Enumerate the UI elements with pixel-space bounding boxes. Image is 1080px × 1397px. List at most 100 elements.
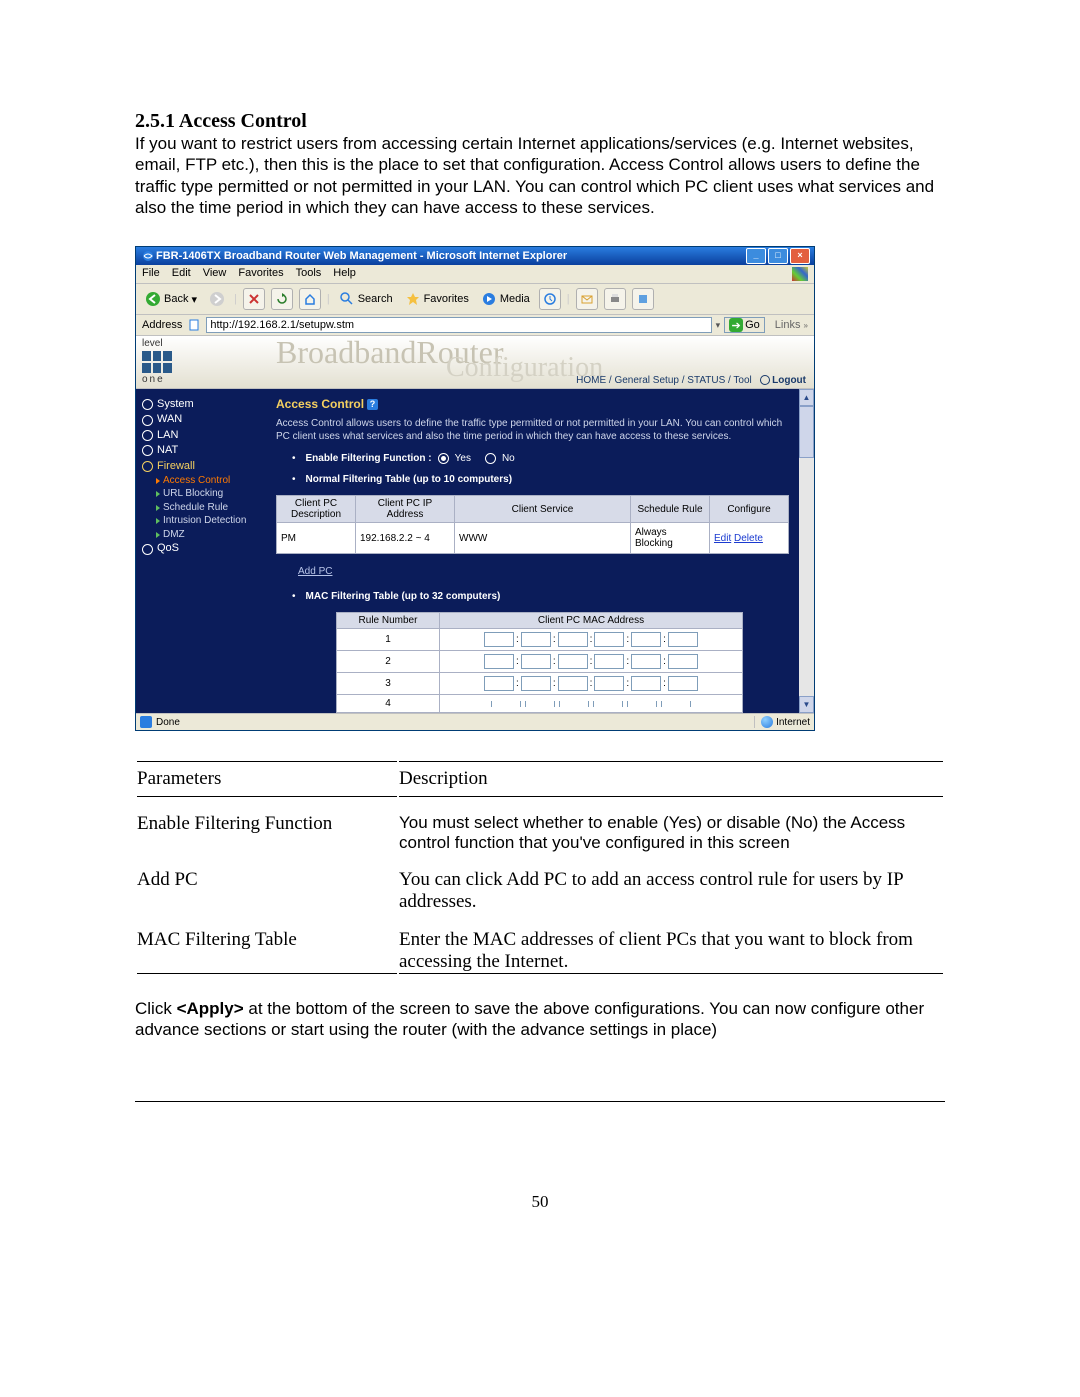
section-heading: 2.5.1 Access Control	[135, 110, 945, 133]
col-mac-address: Client PC MAC Address	[440, 613, 743, 629]
home-button[interactable]	[299, 288, 321, 310]
close-button[interactable]: ×	[790, 248, 810, 264]
col-client-service: Client Service	[455, 496, 631, 523]
back-button[interactable]: Back ▾	[142, 290, 200, 308]
intro-paragraph: If you want to restrict users from acces…	[135, 133, 945, 218]
param-desc: You can click Add PC to add an access co…	[399, 855, 943, 913]
param-name: MAC Filtering Table	[137, 915, 397, 974]
address-bar: Address ▾ ➔Go Links »	[136, 315, 814, 336]
status-zone: Internet	[754, 716, 810, 728]
page-number: 50	[135, 1192, 945, 1212]
content-title: Access Control ?	[276, 397, 789, 411]
mac-row: 4	[337, 695, 743, 713]
history-button[interactable]	[539, 288, 561, 310]
param-name: Enable Filtering Function	[137, 799, 397, 853]
minimize-button[interactable]: _	[746, 248, 766, 264]
normal-filtering-table: Client PC Description Client PC IP Addre…	[276, 495, 789, 554]
menu-help[interactable]: Help	[333, 267, 356, 281]
col-client-desc: Client PC Description	[277, 496, 356, 523]
help-icon[interactable]: ?	[367, 399, 378, 410]
status-done: Done	[156, 717, 180, 728]
sidebar-item-wan[interactable]: WAN	[142, 412, 262, 427]
content-description: Access Control allows users to define th…	[276, 417, 789, 443]
menu-tools[interactable]: Tools	[296, 267, 322, 281]
footer-paragraph: Click <Apply> at the bottom of the scree…	[135, 998, 945, 1041]
col-rule-number: Rule Number	[337, 613, 440, 629]
sidebar-sub-url-blocking[interactable]: URL Blocking	[156, 487, 262, 501]
edit-link[interactable]: Edit	[714, 533, 731, 544]
radio-no[interactable]	[485, 453, 496, 464]
param-desc: Enter the MAC addresses of client PCs th…	[399, 915, 943, 974]
sidebar-item-nat[interactable]: NAT	[142, 443, 262, 458]
refresh-button[interactable]	[271, 288, 293, 310]
sidebar: System WAN LAN NAT Firewall Access Contr…	[136, 389, 266, 713]
logo-text-bottom: one	[142, 375, 172, 385]
page-banner: level one BroadbandRouter Configuration …	[136, 336, 814, 389]
window-title: FBR-1406TX Broadband Router Web Manageme…	[156, 250, 744, 262]
status-bar: Done Internet	[136, 713, 814, 730]
top-nav: HOME / General Setup / STATUS / Tool Log…	[576, 375, 806, 386]
menu-view[interactable]: View	[203, 267, 227, 281]
window-titlebar: FBR-1406TX Broadband Router Web Manageme…	[136, 247, 814, 265]
mac-row: 3:::::	[337, 673, 743, 695]
go-button[interactable]: ➔Go	[724, 317, 765, 333]
table-row: PM 192.168.2.2 ~ 4 WWW Always Blocking E…	[277, 523, 789, 554]
mac-row: 2:::::	[337, 651, 743, 673]
mac-row: 1:::::	[337, 629, 743, 651]
sidebar-sub-access-control[interactable]: Access Control	[156, 474, 262, 488]
nav-status[interactable]: STATUS	[687, 375, 725, 386]
delete-link[interactable]: Delete	[734, 533, 763, 544]
sidebar-sub-schedule-rule[interactable]: Schedule Rule	[156, 501, 262, 515]
sidebar-item-lan[interactable]: LAN	[142, 428, 262, 443]
nav-tool[interactable]: Tool	[733, 375, 751, 386]
ie-window: FBR-1406TX Broadband Router Web Manageme…	[135, 246, 815, 731]
stop-button[interactable]	[243, 288, 265, 310]
sidebar-sub-dmz[interactable]: DMZ	[156, 528, 262, 542]
sidebar-item-system[interactable]: System	[142, 397, 262, 412]
address-label: Address	[142, 319, 182, 331]
col-schedule-rule: Schedule Rule	[631, 496, 710, 523]
vertical-scrollbar[interactable]: ▲ ▼	[799, 389, 814, 713]
menu-file[interactable]: File	[142, 267, 160, 281]
forward-button[interactable]	[206, 290, 228, 308]
menu-favorites[interactable]: Favorites	[238, 267, 283, 281]
address-input[interactable]	[206, 317, 711, 333]
param-name: Add PC	[137, 855, 397, 913]
sidebar-item-firewall[interactable]: Firewall	[142, 459, 262, 474]
done-icon	[140, 716, 152, 728]
scroll-up-button[interactable]: ▲	[799, 389, 814, 406]
media-button[interactable]: Media	[478, 290, 533, 308]
nav-logout[interactable]: Logout	[772, 375, 806, 386]
add-pc-link[interactable]: Add PC	[298, 566, 789, 577]
favorites-button[interactable]: Favorites	[402, 290, 472, 308]
logo-text-top: level	[142, 339, 172, 349]
content-pane: Access Control ? Access Control allows u…	[266, 389, 799, 713]
links-label[interactable]: Links »	[775, 319, 808, 331]
mail-button[interactable]	[576, 288, 598, 310]
search-button[interactable]: Search	[336, 290, 396, 308]
params-header-right: Description	[399, 761, 943, 797]
col-configure: Configure	[710, 496, 789, 523]
ie-icon	[140, 248, 156, 264]
footer-rule	[135, 1101, 945, 1102]
mac-filtering-title: MAC Filtering Table (up to 32 computers)	[292, 591, 789, 602]
maximize-button[interactable]: □	[768, 248, 788, 264]
scroll-down-button[interactable]: ▼	[799, 696, 814, 713]
internet-icon	[761, 716, 773, 728]
sidebar-item-qos[interactable]: QoS	[142, 541, 262, 556]
nav-home[interactable]: HOME	[576, 375, 606, 386]
param-desc: You must select whether to enable (Yes) …	[399, 799, 943, 853]
radio-yes[interactable]	[438, 453, 449, 464]
parameters-table: Parameters Description Enable Filtering …	[135, 759, 945, 976]
col-client-ip: Client PC IP Address	[356, 496, 455, 523]
print-button[interactable]	[604, 288, 626, 310]
menu-edit[interactable]: Edit	[172, 267, 191, 281]
page-icon	[186, 317, 202, 333]
menu-bar: File Edit View Favorites Tools Help	[136, 265, 814, 284]
edit-button[interactable]	[632, 288, 654, 310]
normal-filtering-title: Normal Filtering Table (up to 10 compute…	[292, 474, 789, 485]
sidebar-sub-intrusion-detection[interactable]: Intrusion Detection	[156, 514, 262, 528]
nav-general-setup[interactable]: General Setup	[614, 375, 679, 386]
enable-filtering-row: Enable Filtering Function : Yes No	[292, 453, 789, 464]
toolbar: Back ▾ | | Search Favorites Media	[136, 284, 814, 315]
